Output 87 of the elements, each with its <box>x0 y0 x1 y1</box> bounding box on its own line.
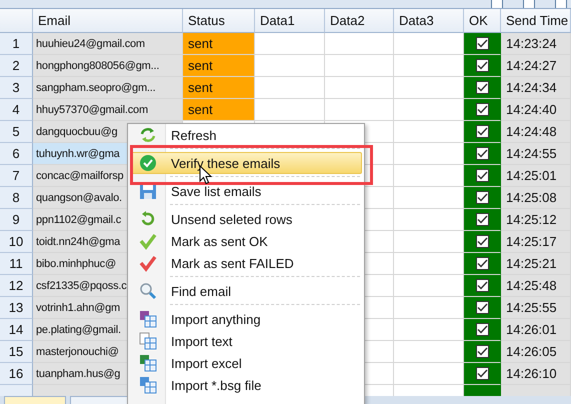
status-cell: sent <box>183 33 255 55</box>
table-cell <box>255 33 325 55</box>
checkbox[interactable] <box>476 323 488 336</box>
checkbox[interactable] <box>476 301 488 314</box>
import-grid-icon <box>139 332 157 350</box>
checkbox[interactable] <box>476 213 488 226</box>
row-number[interactable]: 13 <box>0 297 33 319</box>
table-cell: 14:25:12 <box>501 209 571 231</box>
status-cell: sent <box>183 77 255 99</box>
row-number[interactable]: 2 <box>0 55 33 77</box>
table-cell: sangpham.seopro@gm... <box>33 77 183 99</box>
checkbox[interactable] <box>476 147 488 160</box>
column-header[interactable]: Data3 <box>394 9 464 33</box>
checkmark-icon <box>139 254 157 272</box>
checkbox[interactable] <box>476 81 488 94</box>
undo-arrow-icon <box>139 210 157 228</box>
row-number[interactable]: 11 <box>0 253 33 275</box>
table-cell: 14:24:34 <box>501 77 571 99</box>
refresh-arrows-icon <box>139 126 157 144</box>
table-cell: 14:25:08 <box>501 187 571 209</box>
table-cell: hongphong808056@gm... <box>33 55 183 77</box>
status-cell: sent <box>183 99 255 121</box>
import-grid-icon <box>139 354 157 372</box>
column-header[interactable]: Data2 <box>325 9 394 33</box>
checkbox[interactable] <box>476 59 488 72</box>
table-cell: 14:24:27 <box>501 55 571 77</box>
table-cell: 14:24:40 <box>501 99 571 121</box>
row-number[interactable]: 3 <box>0 77 33 99</box>
toolbar-icon[interactable] <box>523 0 535 8</box>
checkbox[interactable] <box>476 191 488 204</box>
checkbox[interactable] <box>476 125 488 138</box>
check-circle-icon <box>139 154 157 172</box>
table-cell <box>255 99 325 121</box>
import-grid-icon <box>139 376 157 394</box>
table-cell: 14:25:17 <box>501 231 571 253</box>
row-number[interactable]: 1 <box>0 33 33 55</box>
table-cell <box>501 385 571 397</box>
checkbox[interactable] <box>476 345 488 358</box>
row-number[interactable]: 6 <box>0 143 33 165</box>
import-grid-icon <box>139 310 157 328</box>
table-cell: 14:26:01 <box>501 319 571 341</box>
table-cell: 14:26:10 <box>501 363 571 385</box>
table-cell <box>325 99 394 121</box>
table-cell: 14:26:05 <box>501 341 571 363</box>
row-number[interactable]: 16 <box>0 363 33 385</box>
row-number[interactable]: 10 <box>0 231 33 253</box>
table-cell <box>325 55 394 77</box>
checkbox[interactable] <box>476 169 488 182</box>
table-cell <box>325 77 394 99</box>
table-cell <box>255 77 325 99</box>
row-number[interactable]: 5 <box>0 121 33 143</box>
checkbox[interactable] <box>476 257 488 270</box>
checkbox[interactable] <box>476 367 488 380</box>
table-cell: 14:25:01 <box>501 165 571 187</box>
table-cell: hhuy57370@gmail.com <box>33 99 183 121</box>
row-number[interactable]: 12 <box>0 275 33 297</box>
column-header[interactable]: Send Time <box>501 9 571 33</box>
table-cell: huuhieu24@gmail.com <box>33 33 183 55</box>
header-corner <box>0 9 33 33</box>
table-cell <box>325 33 394 55</box>
table-cell: 14:24:48 <box>501 121 571 143</box>
column-header[interactable]: Status <box>183 9 255 33</box>
column-header[interactable]: Data1 <box>255 9 325 33</box>
search-icon <box>139 282 157 300</box>
checkbox[interactable] <box>476 103 488 116</box>
table-cell: 14:25:21 <box>501 253 571 275</box>
row-number[interactable]: 9 <box>0 209 33 231</box>
table-cell: 14:25:48 <box>501 275 571 297</box>
checkbox[interactable] <box>476 37 488 50</box>
row-number[interactable]: 4 <box>0 99 33 121</box>
toolbar-icon[interactable] <box>555 0 567 8</box>
checkmark-icon <box>139 232 157 250</box>
row-number[interactable]: 14 <box>0 319 33 341</box>
toolbar-icon[interactable] <box>491 0 503 8</box>
table-cell: 14:23:24 <box>501 33 571 55</box>
row-number[interactable]: 8 <box>0 187 33 209</box>
row-number[interactable]: 7 <box>0 165 33 187</box>
table-cell: 14:25:55 <box>501 297 571 319</box>
checkbox[interactable] <box>476 235 488 248</box>
menu-item[interactable]: Verify these emails <box>130 152 362 174</box>
table-cell <box>255 55 325 77</box>
status-cell: sent <box>183 55 255 77</box>
checkbox[interactable] <box>476 279 488 292</box>
row-number[interactable]: 15 <box>0 341 33 363</box>
column-header[interactable]: OK <box>464 9 501 33</box>
column-header[interactable]: Email <box>33 9 183 33</box>
table-cell: 14:24:55 <box>501 143 571 165</box>
